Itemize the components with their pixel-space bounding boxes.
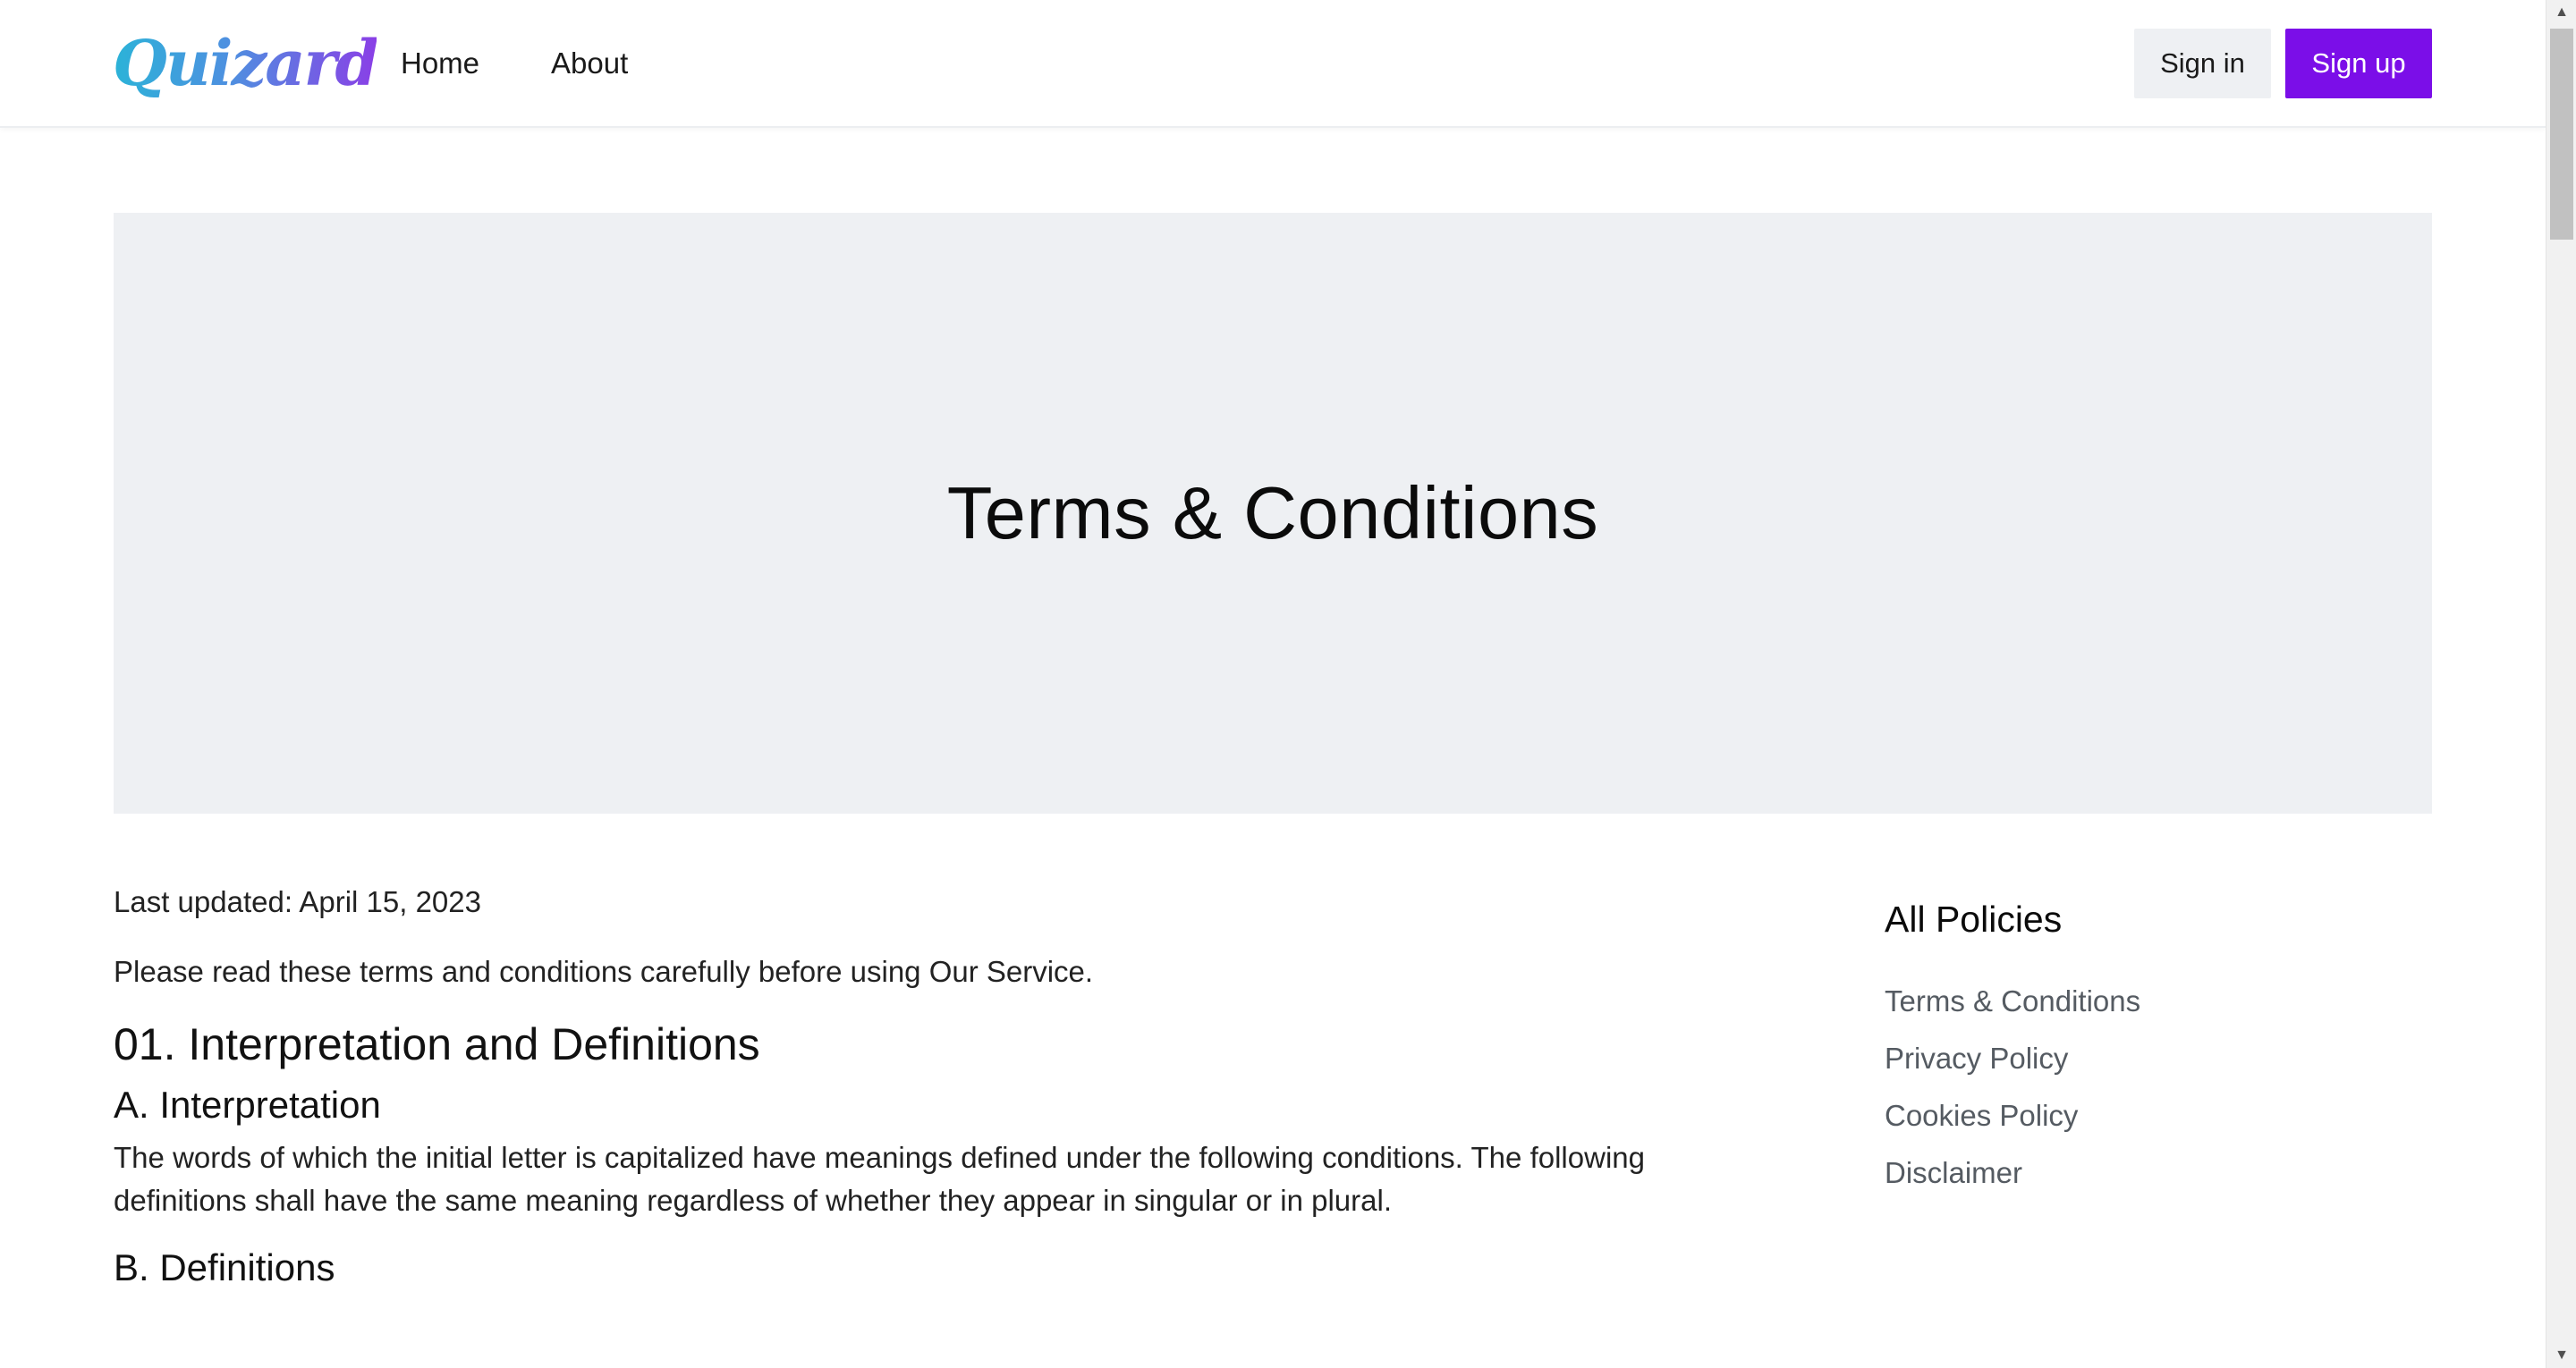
policy-link-terms[interactable]: Terms & Conditions [1885, 973, 2385, 1030]
last-updated-text: Last updated: April 15, 2023 [114, 885, 481, 918]
terms-content: Last updated: April 15, 2023 Please read… [114, 881, 1645, 1294]
nav-link-home[interactable]: Home [401, 46, 479, 80]
section-heading: 01. Interpretation and Definitions [114, 1019, 760, 1069]
site-header: Quizard Home About Sign in Sign up [0, 0, 2546, 128]
subsection-heading-definitions: B. Definitions [114, 1246, 335, 1288]
hero-banner: Terms & Conditions [114, 213, 2432, 814]
sidebar-title: All Policies [1885, 899, 2063, 940]
intro-text: Please read these terms and conditions c… [114, 955, 1094, 988]
policy-link-cookies[interactable]: Cookies Policy [1885, 1087, 2385, 1144]
sign-up-button[interactable]: Sign up [2285, 29, 2432, 98]
scroll-up-arrow-icon[interactable]: ▲ [2546, 0, 2576, 25]
policy-list: Terms & Conditions Privacy Policy Cookie… [1885, 973, 2385, 1202]
policy-link-privacy[interactable]: Privacy Policy [1885, 1030, 2385, 1087]
policy-link-disclaimer[interactable]: Disclaimer [1885, 1144, 2385, 1202]
subsection-heading-interpretation: A. Interpretation [114, 1084, 381, 1126]
main-nav: Home About [401, 0, 628, 126]
scroll-down-arrow-icon[interactable]: ▼ [2546, 1343, 2576, 1368]
page-title: Terms & Conditions [946, 471, 1599, 554]
sign-in-button[interactable]: Sign in [2134, 29, 2271, 98]
interpretation-paragraph: The words of which the initial letter is… [114, 1141, 1645, 1217]
vertical-scrollbar[interactable]: ▲ ▼ [2546, 0, 2576, 1368]
scrollbar-thumb[interactable] [2550, 29, 2573, 240]
nav-link-about[interactable]: About [551, 46, 628, 80]
policies-sidebar: All Policies Terms & Conditions Privacy … [1885, 892, 2385, 1202]
quizard-logo[interactable]: Quizard [113, 20, 378, 106]
